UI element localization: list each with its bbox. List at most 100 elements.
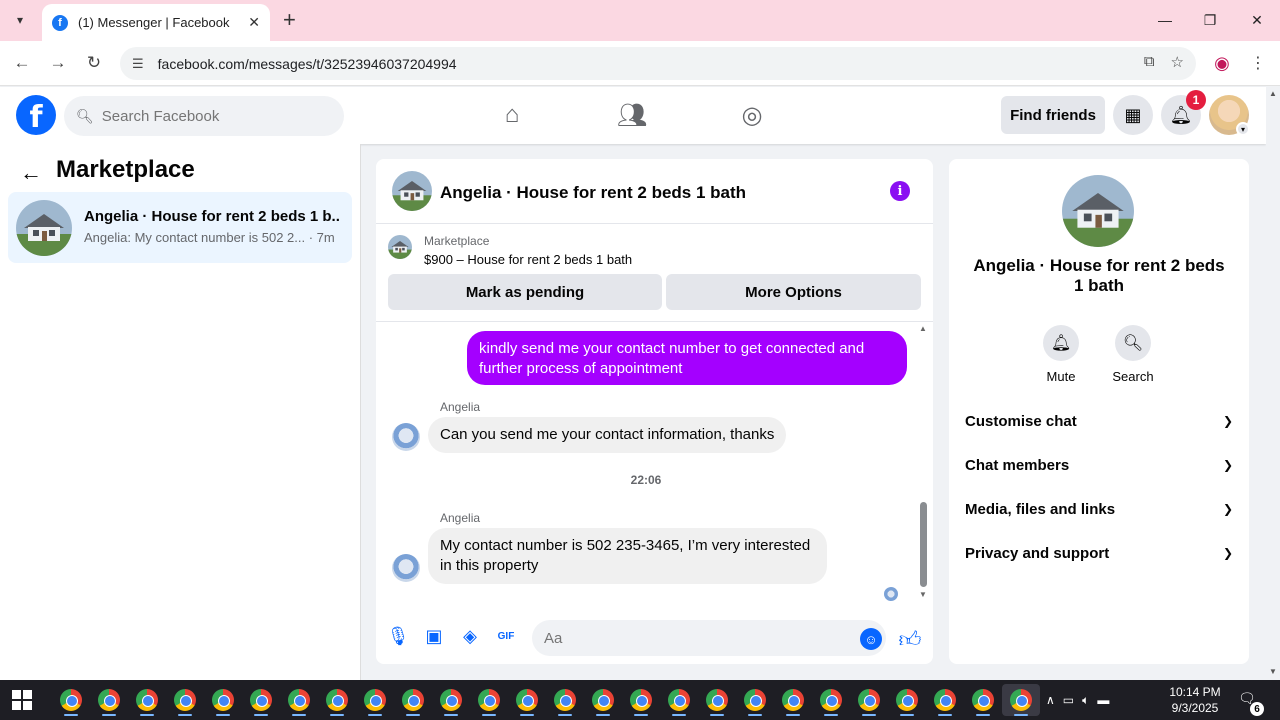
- taskbar-browser-icon[interactable]: [432, 684, 470, 716]
- taskbar-browser-icon[interactable]: [508, 684, 546, 716]
- conversation-item-angelia[interactable]: Angelia · House for rent 2 beds 1 b... A…: [8, 192, 352, 263]
- back-icon[interactable]: ←: [10, 51, 34, 75]
- battery-icon[interactable]: ▬: [1097, 693, 1109, 707]
- back-arrow-icon[interactable]: ←: [20, 160, 42, 186]
- taskbar-browser-icon[interactable]: [584, 684, 622, 716]
- listing-price[interactable]: $900 – House for rent 2 beds 1 bath: [424, 252, 632, 267]
- taskbar-browser-icon[interactable]: [622, 684, 660, 716]
- minimize-window-icon[interactable]: —: [1153, 8, 1177, 32]
- search-conversation-button[interactable]: 🔍︎ Search: [1097, 325, 1169, 384]
- chrome-icon: [896, 689, 918, 711]
- browser-menu-icon[interactable]: ⋮: [1248, 51, 1268, 75]
- taskbar-browser-icon[interactable]: [926, 684, 964, 716]
- taskbar-browser-icon[interactable]: [90, 684, 128, 716]
- restore-window-icon[interactable]: ❐: [1198, 8, 1222, 32]
- chrome-icon: [288, 689, 310, 711]
- chevron-down-icon: ❯: [1222, 502, 1233, 516]
- search-label: Search: [1112, 369, 1154, 384]
- customise-chat-section[interactable]: Customise chat ❯: [965, 409, 1233, 433]
- forward-icon[interactable]: →: [46, 51, 70, 75]
- clock-date: 9/3/2025: [1171, 701, 1219, 715]
- scroll-up-icon[interactable]: ▲: [1269, 89, 1277, 98]
- reload-icon[interactable]: ↻: [82, 51, 106, 75]
- site-info-icon[interactable]: ☰: [132, 56, 144, 72]
- taskbar-browser-icon[interactable]: [698, 684, 736, 716]
- sticker-icon[interactable]: ◈: [458, 624, 482, 648]
- microphone-icon[interactable]: 🎙︎: [386, 624, 410, 648]
- scroll-down-icon[interactable]: ▼: [1269, 667, 1277, 676]
- browser-profile-icon[interactable]: ◉: [1210, 51, 1234, 75]
- friends-icon[interactable]: 👥︎: [612, 97, 652, 133]
- taskbar-browser-icon[interactable]: [318, 684, 356, 716]
- incoming-message: Can you send me your contact information…: [428, 417, 787, 453]
- scroll-down-icon[interactable]: ▼: [919, 590, 927, 599]
- windows-start-icon[interactable]: [12, 690, 32, 710]
- gif-icon[interactable]: GIF: [494, 624, 518, 648]
- conversation-info-icon[interactable]: i: [890, 181, 910, 201]
- find-friends-button[interactable]: Find friends: [1001, 96, 1105, 134]
- chat-title[interactable]: Angelia · House for rent 2 beds 1 bath: [440, 183, 746, 203]
- taskbar-browser-icon[interactable]: [52, 684, 90, 716]
- browser-tab-messenger[interactable]: f (1) Messenger | Facebook ✕: [42, 4, 270, 41]
- volume-icon[interactable]: 🔈︎: [1082, 693, 1089, 708]
- facebook-search-box[interactable]: 🔍︎: [64, 96, 344, 136]
- taskbar-browser-icon[interactable]: [128, 684, 166, 716]
- windows-taskbar: ∧ ▭ 🔈︎ ▬ 10:14 PM 9/3/2025 🗨︎ 6: [0, 680, 1280, 720]
- system-tray: ∧ ▭ 🔈︎ ▬: [1046, 680, 1109, 720]
- taskbar-browser-icon[interactable]: [394, 684, 432, 716]
- chrome-icon: [820, 689, 842, 711]
- new-tab-icon[interactable]: +: [283, 9, 296, 31]
- taskbar-browser-icon[interactable]: [774, 684, 812, 716]
- running-indicator: [672, 714, 686, 716]
- taskbar-clock[interactable]: 10:14 PM 9/3/2025: [1160, 684, 1230, 716]
- menu-grid-icon[interactable]: ▦: [1113, 95, 1153, 135]
- page-scrollbar[interactable]: ▲ ▼: [1266, 87, 1280, 680]
- taskbar-browser-icon[interactable]: [812, 684, 850, 716]
- scrollbar-thumb[interactable]: [920, 502, 927, 587]
- media-files-links-section[interactable]: Media, files and links ❯: [965, 497, 1233, 521]
- scroll-up-icon[interactable]: ▲: [919, 324, 927, 333]
- home-icon[interactable]: ⌂: [492, 97, 532, 133]
- mute-button[interactable]: 🔔︎ Mute: [1025, 325, 1097, 384]
- thumbs-up-icon[interactable]: 👍︎: [897, 626, 923, 652]
- address-bar[interactable]: ☰ facebook.com/messages/t/32523946037204…: [120, 47, 1196, 80]
- taskbar-browser-icon[interactable]: [736, 684, 774, 716]
- taskbar-browser-icon[interactable]: [850, 684, 888, 716]
- chat-members-section[interactable]: Chat members ❯: [965, 453, 1233, 477]
- groups-icon[interactable]: ◎: [732, 97, 772, 133]
- taskbar-browser-icon[interactable]: [356, 684, 394, 716]
- photo-gallery-icon[interactable]: ▣: [422, 624, 446, 648]
- taskbar-browser-icon[interactable]: [242, 684, 280, 716]
- sender-avatar[interactable]: [392, 423, 420, 451]
- bookmark-star-icon[interactable]: ☆: [1171, 53, 1184, 71]
- close-tab-icon[interactable]: ✕: [248, 14, 260, 31]
- chrome-icon: [326, 689, 348, 711]
- taskbar-browser-icon[interactable]: [280, 684, 318, 716]
- chat-scrollbar[interactable]: ▲ ▼: [917, 322, 929, 602]
- taskbar-browser-icon[interactable]: [470, 684, 508, 716]
- sender-avatar[interactable]: [392, 554, 420, 582]
- chat-thumbnail[interactable]: [392, 171, 432, 211]
- facebook-logo-icon[interactable]: f: [16, 95, 56, 135]
- more-options-button[interactable]: More Options: [666, 274, 921, 310]
- taskbar-browser-icon[interactable]: [888, 684, 926, 716]
- privacy-support-section[interactable]: Privacy and support ❯: [965, 541, 1233, 565]
- install-app-icon[interactable]: ⧉: [1144, 53, 1155, 71]
- taskbar-browser-icon[interactable]: [1002, 684, 1040, 716]
- account-chevron-down-icon[interactable]: ▾: [1236, 122, 1250, 136]
- search-input[interactable]: [101, 107, 322, 125]
- close-window-icon[interactable]: ✕: [1245, 8, 1269, 32]
- taskbar-browser-icon[interactable]: [964, 684, 1002, 716]
- network-icon[interactable]: ▭: [1063, 693, 1074, 707]
- tray-overflow-icon[interactable]: ∧: [1046, 693, 1055, 707]
- taskbar-browser-icon[interactable]: [204, 684, 242, 716]
- message-input[interactable]: [532, 620, 886, 656]
- mark-as-pending-button[interactable]: Mark as pending: [388, 274, 662, 310]
- taskbar-browser-icon[interactable]: [660, 684, 698, 716]
- tab-search-dropdown-icon[interactable]: ▾: [8, 8, 32, 32]
- emoji-icon[interactable]: ☺: [860, 628, 882, 650]
- taskbar-browser-icon[interactable]: [166, 684, 204, 716]
- taskbar-browser-icon[interactable]: [546, 684, 584, 716]
- chrome-icon: [440, 689, 462, 711]
- running-indicator: [824, 714, 838, 716]
